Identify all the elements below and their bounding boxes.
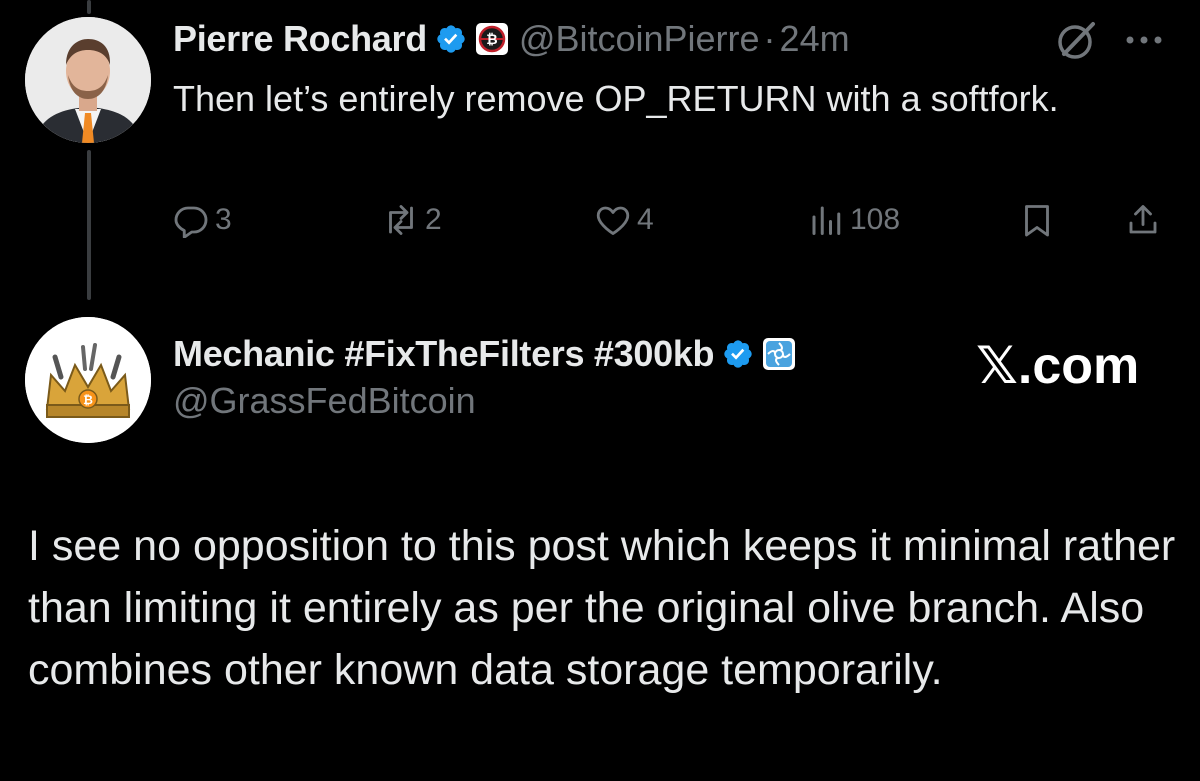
repost-icon (389, 205, 413, 235)
avatar-mechanic[interactable]: ₿ (25, 317, 151, 443)
tweet1-header: Pierre Rochard ₿ @BitcoinPierre · 24m (173, 14, 850, 64)
share-button[interactable] (1125, 196, 1161, 244)
views-chart-icon (812, 206, 841, 235)
tweet1-text: Then let’s entirely remove OP_RETURN wit… (173, 78, 1059, 119)
tweet2-display-name[interactable]: Mechanic #FixTheFilters #300kb (173, 333, 715, 375)
tweet1-display-name[interactable]: Pierre Rochard (173, 18, 427, 60)
tweet1-timestamp[interactable]: 24m (780, 18, 850, 60)
bookmark-button[interactable] (1019, 196, 1055, 244)
like-button[interactable]: 4 (595, 196, 654, 244)
reply-count: 3 (215, 203, 232, 236)
reply-icon (174, 206, 208, 238)
more-dots-icon[interactable] (1118, 22, 1170, 58)
verified-badge-icon[interactable] (722, 338, 754, 370)
reply-button[interactable]: 3 (173, 196, 232, 244)
tweet1-action-bar: 3 2 4 108 (173, 196, 1173, 244)
repost-count: 2 (425, 203, 442, 236)
blue-flower-affiliate-icon[interactable] (762, 337, 796, 371)
tweet2-text: I see no opposition to this post which k… (28, 522, 1176, 694)
x-com-watermark: 𝕏.com (976, 337, 1140, 395)
tweet-thread-screenshot: Pierre Rochard ₿ @BitcoinPierre · 24m Th… (0, 0, 1200, 781)
tweet2-handle[interactable]: @GrassFedBitcoin (173, 380, 476, 422)
thread-line-top (87, 0, 91, 14)
thread-connector-line (87, 150, 91, 300)
verified-badge-icon[interactable] (435, 23, 467, 55)
tweet1-handle[interactable]: @BitcoinPierre (519, 18, 760, 60)
views-count: 108 (850, 203, 901, 236)
bitcoin-affiliate-icon[interactable]: ₿ (475, 22, 509, 56)
tweet2-header: Mechanic #FixTheFilters #300kb (173, 330, 796, 378)
heart-icon (596, 206, 630, 235)
avatar-pierre-rochard[interactable] (25, 17, 151, 143)
svg-text:₿: ₿ (83, 393, 93, 407)
grok-icon[interactable] (1055, 18, 1099, 62)
share-icon (1129, 205, 1157, 234)
tweet1-separator: · (763, 18, 776, 59)
like-count: 4 (637, 203, 654, 236)
views-button[interactable]: 108 (808, 196, 900, 244)
repost-button[interactable]: 2 (383, 196, 442, 244)
svg-text:₿: ₿ (486, 32, 497, 48)
bookmark-icon (1025, 205, 1049, 237)
